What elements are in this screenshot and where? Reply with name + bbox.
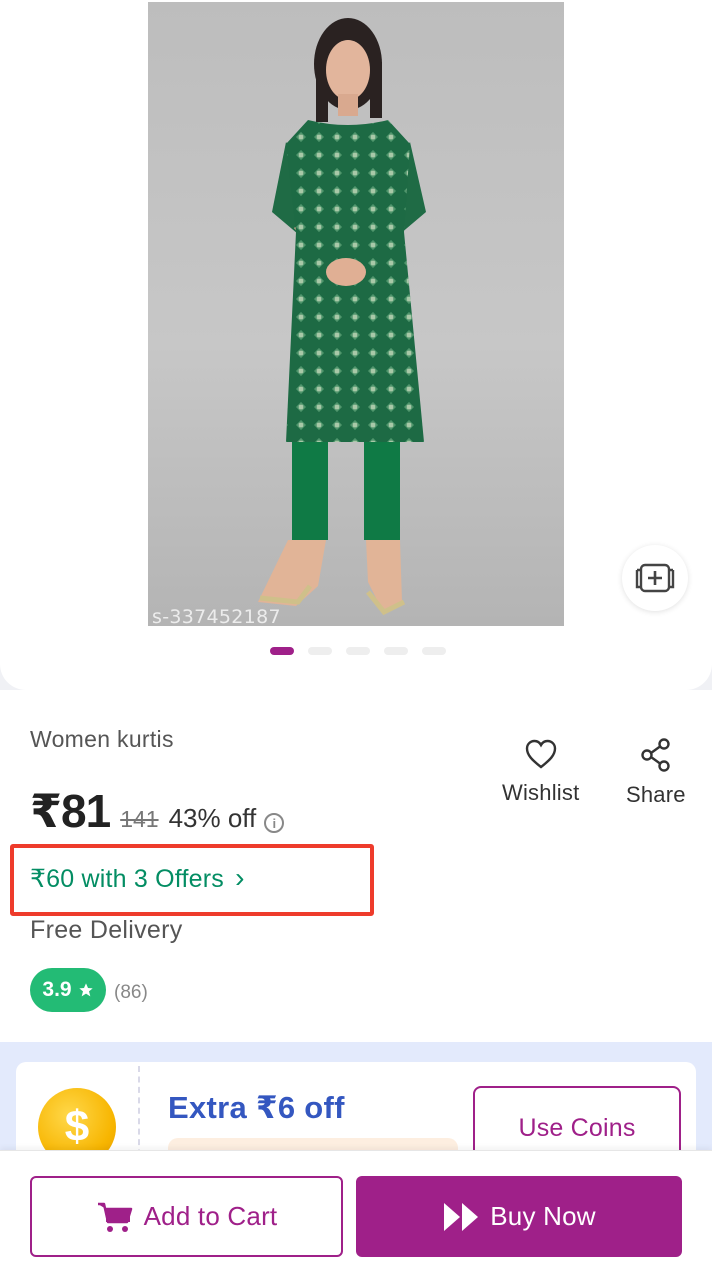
product-image-card: s-337452187 — [0, 0, 712, 690]
discount-percent: 43% off — [168, 803, 257, 833]
sku-watermark: s-337452187 — [152, 606, 281, 626]
star-icon — [78, 983, 93, 997]
info-icon[interactable]: i — [264, 813, 285, 833]
share-label: Share — [626, 782, 686, 807]
offers-link[interactable]: ₹60 with 3 Offers › — [30, 862, 245, 894]
buy-now-button[interactable]: Buy Now — [356, 1176, 682, 1257]
rating-count: (86) — [114, 982, 148, 1003]
wishlist-label: Wishlist — [502, 780, 580, 805]
model-illustration — [258, 18, 426, 616]
selling-price: ₹81 — [30, 785, 111, 837]
similar-products-button[interactable] — [622, 545, 688, 611]
heart-icon — [525, 739, 556, 769]
similar-products-icon — [635, 563, 675, 593]
pagination-dot[interactable] — [270, 647, 294, 655]
add-to-cart-button[interactable]: Add to Cart — [30, 1176, 343, 1257]
product-image[interactable]: s-337452187 — [148, 2, 564, 626]
pagination-dot[interactable] — [308, 647, 332, 655]
cart-icon — [97, 1202, 132, 1232]
rating-badge[interactable]: 3.9 — [30, 968, 106, 1012]
original-price: 141 — [120, 806, 159, 832]
fast-forward-icon — [444, 1202, 479, 1231]
chevron-right-icon: › — [235, 862, 245, 893]
pagination-dot[interactable] — [346, 647, 370, 655]
price-row: ₹81 141 43% off i — [30, 784, 285, 838]
share-icon — [641, 738, 670, 772]
buy-now-label: Buy Now — [490, 1201, 596, 1231]
product-title: Women kurtis — [30, 726, 174, 752]
pagination-dot[interactable] — [422, 647, 446, 655]
offers-link-text: ₹60 with 3 Offers — [30, 865, 224, 893]
delivery-info: Free Delivery — [30, 916, 183, 944]
add-to-cart-label: Add to Cart — [143, 1201, 278, 1231]
share-button[interactable]: Share — [626, 738, 686, 808]
rating-value: 3.9 — [42, 978, 72, 1001]
pagination-dot[interactable] — [384, 647, 408, 655]
coins-offer-text: Extra ₹6 off — [168, 1090, 345, 1125]
wishlist-button[interactable]: Wishlist — [502, 738, 579, 806]
image-pagination — [270, 647, 446, 657]
